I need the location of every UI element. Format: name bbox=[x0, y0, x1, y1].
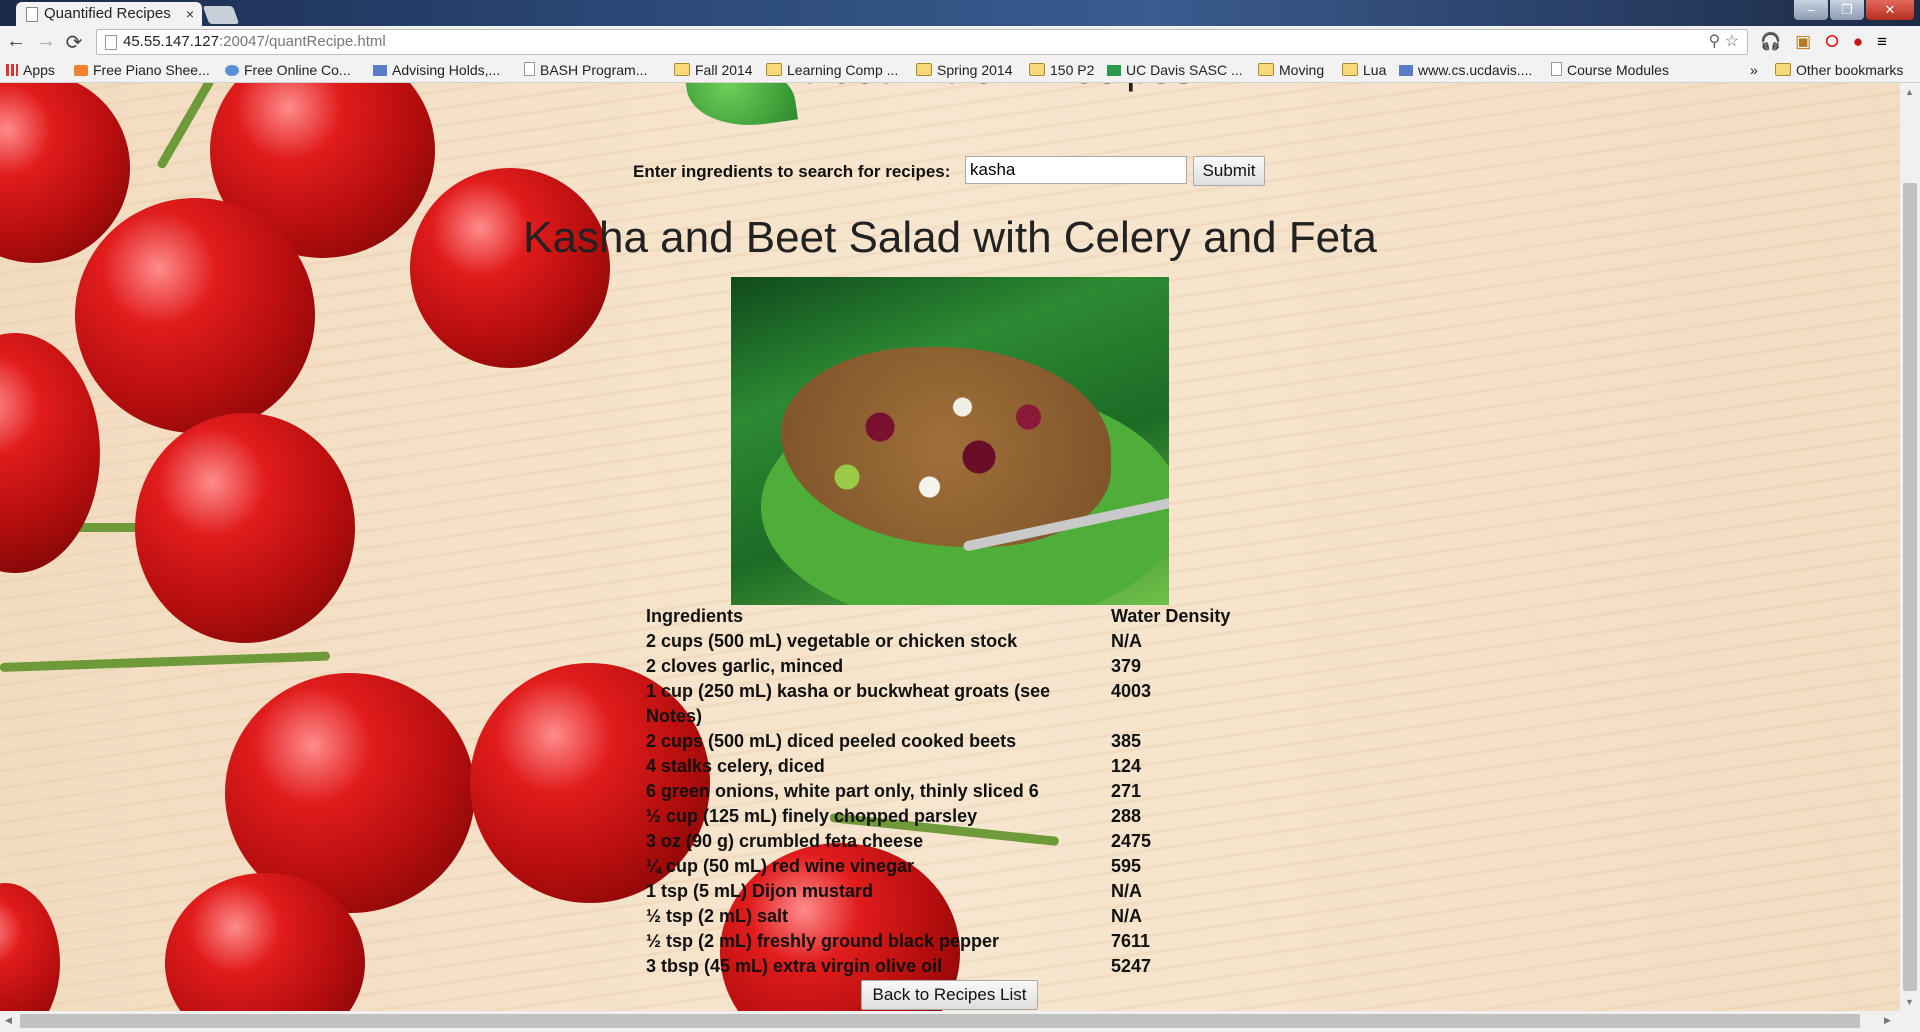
page-icon bbox=[1551, 62, 1562, 76]
table-row: 6 green onions, white part only, thinly … bbox=[646, 781, 1142, 801]
bookmark-150-p2[interactable]: 150 P2 bbox=[1029, 58, 1094, 82]
ingredients-table: Ingredients Water Density 2 cups (500 mL… bbox=[646, 604, 1311, 979]
extension-bar: 🎧 ▣ ⭘ ● ≡ bbox=[1760, 32, 1887, 52]
table-row: 2 cloves garlic, minced 379 bbox=[646, 656, 1142, 676]
minimize-button[interactable]: – bbox=[1794, 0, 1828, 20]
page-viewport: Food 2 Fork Recipes Enter ingredients to… bbox=[0, 83, 1900, 1011]
folder-icon bbox=[1342, 63, 1358, 76]
bookmark-course-modules[interactable]: Course Modules bbox=[1551, 58, 1669, 82]
bookmark-free-online[interactable]: Free Online Co... bbox=[225, 58, 351, 82]
scroll-left-icon[interactable]: ◀ bbox=[5, 1015, 12, 1026]
bookmarks-bar: Apps Free Piano Shee... Free Online Co..… bbox=[0, 58, 1920, 83]
search-label: Enter ingredients to search for recipes: bbox=[633, 162, 951, 181]
headphones-icon[interactable]: 🎧 bbox=[1760, 32, 1781, 52]
scroll-down-icon[interactable]: ▼ bbox=[1905, 997, 1914, 1007]
scroll-up-icon[interactable]: ▲ bbox=[1905, 87, 1914, 97]
close-window-button[interactable]: ✕ bbox=[1866, 0, 1914, 20]
bookmark-cs-ucdavis[interactable]: www.cs.ucdavis.... bbox=[1399, 58, 1532, 82]
bookmark-lua[interactable]: Lua bbox=[1342, 58, 1386, 82]
address-bar[interactable]: 45.55.147.127:20047/quantRecipe.html ⚲ ☆ bbox=[96, 29, 1748, 55]
horizontal-scroll-thumb[interactable] bbox=[20, 1014, 1860, 1028]
folder-icon bbox=[916, 63, 932, 76]
bookmark-advising[interactable]: Advising Holds,... bbox=[373, 58, 500, 82]
submit-button[interactable]: Submit bbox=[1193, 156, 1265, 186]
sheets-icon bbox=[1107, 65, 1121, 76]
bookmark-apps[interactable]: Apps bbox=[6, 58, 55, 82]
pencil-icon bbox=[373, 65, 387, 76]
horizontal-scrollbar[interactable]: ◀ ▶ bbox=[0, 1011, 1920, 1032]
table-header-row: Ingredients Water Density bbox=[646, 604, 1311, 629]
close-tab-icon[interactable]: × bbox=[186, 2, 194, 26]
folder-icon bbox=[1258, 63, 1274, 76]
vertical-scroll-thumb[interactable] bbox=[1903, 183, 1917, 991]
table-row: 2 cups (500 mL) diced peeled cooked beet… bbox=[646, 731, 1142, 751]
opera-icon[interactable]: ⭘ bbox=[1825, 32, 1839, 52]
folder-icon bbox=[1775, 63, 1791, 76]
back-to-recipes-button[interactable]: Back to Recipes List bbox=[861, 980, 1038, 1010]
table-row: ¼ cup (50 mL) red wine vinegar 595 bbox=[646, 856, 1142, 876]
table-row: 4 stalks celery, diced 124 bbox=[646, 756, 1142, 776]
table-row: 1 cup (250 mL) kasha or buckwheat groats… bbox=[646, 681, 1152, 726]
new-tab-button[interactable] bbox=[202, 6, 240, 24]
recipe-title: Kasha and Beet Salad with Celery and Fet… bbox=[523, 213, 1377, 262]
bookmark-free-piano[interactable]: Free Piano Shee... bbox=[74, 58, 210, 82]
bookmark-spring-2014[interactable]: Spring 2014 bbox=[916, 58, 1013, 82]
table-row: 2 cups (500 mL) vegetable or chicken sto… bbox=[646, 631, 1142, 651]
maximize-button[interactable]: ❐ bbox=[1830, 0, 1864, 20]
bookmark-fall-2014[interactable]: Fall 2014 bbox=[674, 58, 753, 82]
ingredients-header: Ingredients bbox=[646, 606, 744, 626]
table-row: ½ tsp (2 mL) salt N/A bbox=[646, 906, 1142, 926]
vertical-scrollbar[interactable]: ▲ ▼ bbox=[1900, 83, 1920, 1011]
site-title: Food 2 Fork Recipes bbox=[804, 83, 1194, 93]
window-controls: – ❐ ✕ bbox=[1794, 0, 1914, 22]
browser-toolbar: ← → ⟳ 45.55.147.127:20047/quantRecipe.ht… bbox=[0, 26, 1920, 58]
bookmark-bash[interactable]: BASH Program... bbox=[524, 58, 647, 82]
folder-icon bbox=[674, 63, 690, 76]
back-arrow-icon[interactable]: ← bbox=[4, 30, 28, 53]
folder-icon bbox=[766, 63, 782, 76]
ingredient-search-input[interactable] bbox=[965, 156, 1187, 184]
bookmark-uc-davis-sasc[interactable]: UC Davis SASC ... bbox=[1107, 58, 1243, 82]
page-icon bbox=[105, 35, 117, 50]
table-row: ½ cup (125 mL) finely chopped parsley 288 bbox=[646, 806, 1142, 826]
table-row: 1 tsp (5 mL) Dijon mustard N/A bbox=[646, 881, 1142, 901]
globe-icon bbox=[225, 65, 239, 76]
apps-icon bbox=[6, 64, 18, 76]
menu-icon[interactable]: ≡ bbox=[1877, 32, 1887, 52]
window-titlebar: Quantified Recipes × – ❐ ✕ bbox=[0, 0, 1920, 26]
scroll-right-icon[interactable]: ▶ bbox=[1884, 1015, 1891, 1026]
bookmark-moving[interactable]: Moving bbox=[1258, 58, 1324, 82]
bookmark-learning-comp[interactable]: Learning Comp ... bbox=[766, 58, 898, 82]
bookmarks-overflow[interactable]: » bbox=[1750, 58, 1758, 82]
browser-tab[interactable]: Quantified Recipes × bbox=[16, 2, 202, 26]
reload-icon[interactable]: ⟳ bbox=[62, 30, 86, 55]
water-density-header: Water Density bbox=[1111, 606, 1231, 626]
table-row: 3 oz (90 g) crumbled feta cheese 2475 bbox=[646, 831, 1152, 851]
table-row: 3 tbsp (45 mL) extra virgin olive oil 524… bbox=[646, 956, 1152, 976]
leaf-logo-icon bbox=[684, 83, 798, 135]
page-icon bbox=[524, 62, 535, 76]
bookmark-other[interactable]: Other bookmarks bbox=[1775, 58, 1903, 82]
folder-icon bbox=[1029, 63, 1045, 76]
search-star-icons[interactable]: ⚲ ☆ bbox=[1708, 30, 1739, 54]
pencil-icon bbox=[1399, 65, 1413, 76]
forward-arrow-icon[interactable]: → bbox=[34, 30, 58, 53]
url-text[interactable]: 45.55.147.127:20047/quantRecipe.html bbox=[123, 30, 386, 54]
page-icon bbox=[26, 7, 38, 22]
recipe-photo bbox=[731, 277, 1169, 605]
table-row: ½ tsp (2 mL) freshly ground black pepper… bbox=[646, 931, 1151, 951]
user-icon[interactable]: ● bbox=[1853, 32, 1863, 52]
blogger-icon bbox=[74, 65, 88, 76]
tab-title: Quantified Recipes bbox=[44, 5, 171, 22]
extension-icon[interactable]: ▣ bbox=[1795, 32, 1811, 52]
